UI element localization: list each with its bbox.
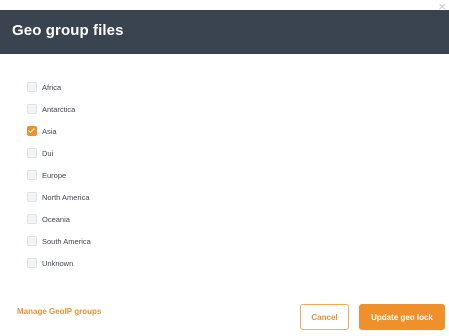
- group-label: South America: [42, 236, 91, 246]
- list-item[interactable]: Unknown: [27, 252, 91, 274]
- geo-group-dialog: Geo group files × Africa Antarctica Asia…: [0, 0, 449, 336]
- update-geo-lock-button[interactable]: Update geo lock: [359, 304, 445, 330]
- list-item[interactable]: Asia: [27, 120, 91, 142]
- group-label: Unknown: [42, 258, 74, 268]
- manage-geoip-groups-link[interactable]: Manage GeoIP groups: [17, 307, 101, 316]
- list-item[interactable]: Africa: [27, 76, 91, 98]
- cancel-button[interactable]: Cancel: [300, 304, 349, 330]
- checkbox[interactable]: [27, 148, 37, 158]
- checkbox[interactable]: [27, 258, 37, 268]
- list-item[interactable]: Oceania: [27, 208, 91, 230]
- list-item[interactable]: Europe: [27, 164, 91, 186]
- close-icon[interactable]: ×: [435, 0, 449, 14]
- dialog-title: Geo group files: [12, 22, 124, 39]
- group-label: North America: [42, 192, 90, 202]
- checkbox[interactable]: [27, 214, 37, 224]
- geo-group-list: Africa Antarctica Asia Dui Europe North …: [27, 76, 91, 274]
- list-item[interactable]: South America: [27, 230, 91, 252]
- checkbox[interactable]: [27, 192, 37, 202]
- group-label: Dui: [42, 148, 54, 158]
- list-item[interactable]: North America: [27, 186, 91, 208]
- checkbox[interactable]: [27, 82, 37, 92]
- group-label: Africa: [42, 82, 62, 92]
- checkbox[interactable]: [27, 126, 37, 136]
- group-label: Antarctica: [42, 104, 76, 114]
- dialog-header: Geo group files: [0, 10, 449, 54]
- checkbox[interactable]: [27, 170, 37, 180]
- list-item[interactable]: Dui: [27, 142, 91, 164]
- list-item[interactable]: Antarctica: [27, 98, 91, 120]
- checkbox[interactable]: [27, 236, 37, 246]
- group-label: Oceania: [42, 214, 70, 224]
- group-label: Asia: [42, 126, 57, 136]
- checkbox[interactable]: [27, 104, 37, 114]
- group-label: Europe: [42, 170, 67, 180]
